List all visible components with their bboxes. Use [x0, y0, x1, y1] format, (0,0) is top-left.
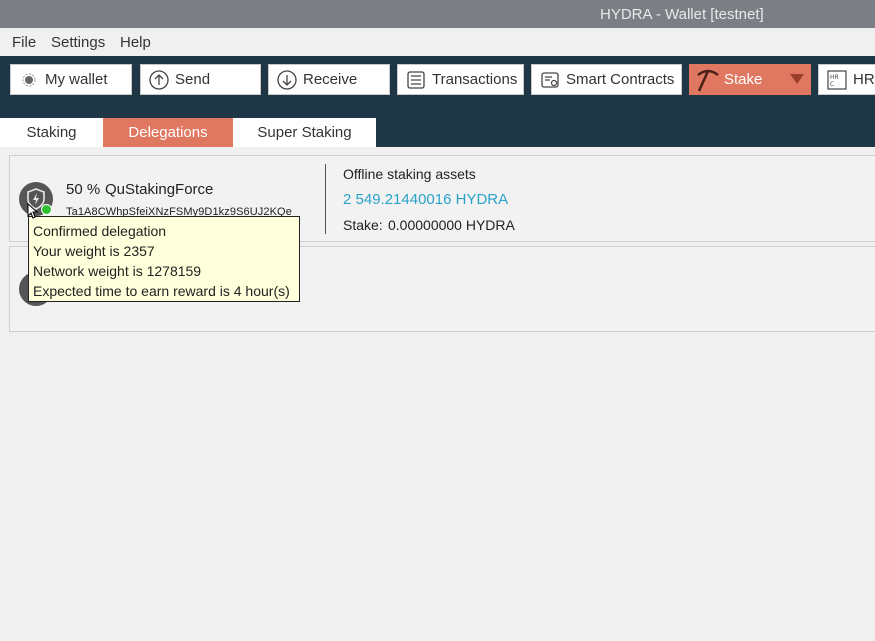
smart-contracts-button[interactable]: Smart Contracts: [531, 64, 682, 95]
smart-contracts-label: Smart Contracts: [566, 71, 675, 88]
send-button[interactable]: Send: [140, 64, 261, 95]
mouse-cursor-icon: [27, 203, 39, 219]
send-icon: [149, 69, 169, 90]
wallet-icon: [19, 70, 39, 90]
smart-contract-icon: [540, 70, 560, 90]
transactions-icon: [406, 70, 426, 90]
transactions-button[interactable]: Transactions: [397, 64, 524, 95]
window-title: HYDRA - Wallet [testnet]: [600, 6, 764, 23]
tooltip-line: Network weight is 1278159: [33, 263, 202, 279]
offline-staking-label: Offline staking assets: [343, 166, 476, 182]
tab-super-staking[interactable]: Super Staking: [233, 118, 376, 147]
delegation-fee: 50 %: [66, 181, 101, 198]
svg-text:HR: HR: [830, 74, 839, 81]
hrc-label: HRC: [853, 71, 875, 88]
tab-staking[interactable]: Staking: [0, 118, 103, 147]
send-label: Send: [175, 71, 211, 88]
offline-staking-amount: 2 549.21440016 HYDRA: [343, 191, 509, 208]
menu-bar: File Settings Help: [0, 28, 875, 56]
menu-help[interactable]: Help: [120, 34, 151, 51]
tooltip-line: Expected time to earn reward is 4 hour(s…: [33, 283, 290, 299]
my-wallet-label: My wallet: [45, 71, 108, 88]
delegation-tooltip: Confirmed delegation Your weight is 2357…: [28, 216, 300, 302]
receive-button[interactable]: Receive: [268, 64, 390, 95]
transactions-label: Transactions: [432, 71, 518, 88]
stake-amount: 0.00000000 HYDRA: [388, 217, 515, 233]
pickaxe-icon: [694, 66, 722, 94]
my-wallet-button[interactable]: My wallet: [10, 64, 132, 95]
tooltip-line: Confirmed delegation: [33, 223, 167, 239]
tooltip-line: Your weight is 2357: [33, 243, 155, 259]
staker-name: QuStakingForce: [105, 181, 214, 198]
main-toolbar: My wallet Send Receive Transactions Smar…: [0, 56, 875, 118]
menu-file[interactable]: File: [12, 34, 36, 51]
tab-delegations[interactable]: Delegations: [103, 118, 233, 147]
menu-settings[interactable]: Settings: [51, 34, 105, 51]
stake-button[interactable]: Stake: [689, 64, 811, 95]
hrc-button[interactable]: HRC HRC: [818, 64, 875, 95]
divider: [325, 164, 326, 234]
stake-tabs: Staking Delegations Super Staking: [0, 118, 875, 147]
status-indicator-icon: [41, 204, 52, 215]
receive-label: Receive: [303, 71, 358, 88]
svg-text:C: C: [830, 81, 834, 88]
chevron-down-icon[interactable]: [790, 74, 804, 84]
hrc-token-icon: HR C: [827, 69, 847, 90]
title-bar: HYDRA - Wallet [testnet]: [0, 0, 875, 28]
stake-label-text: Stake:: [343, 217, 383, 233]
receive-icon: [277, 69, 297, 90]
stake-label: Stake: [724, 71, 763, 88]
